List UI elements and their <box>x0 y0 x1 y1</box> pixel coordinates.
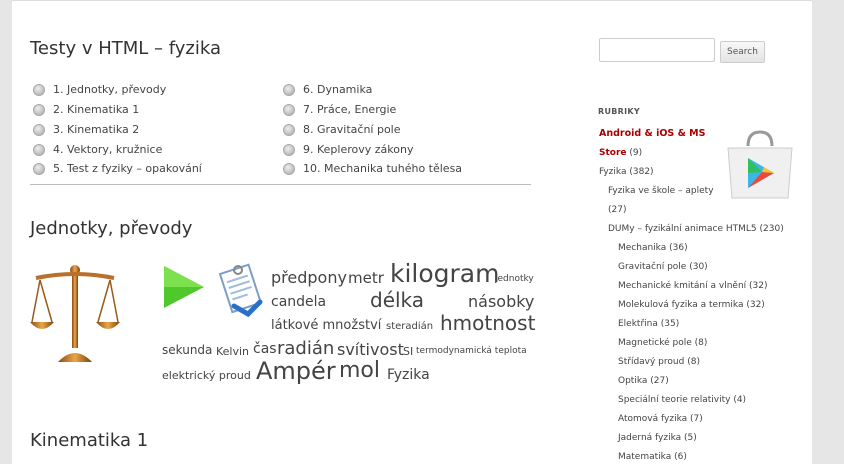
tag-link[interactable]: kilogram <box>390 259 500 288</box>
tag-link[interactable]: steradián <box>386 321 433 332</box>
tag-link[interactable]: hmotnost <box>440 311 535 335</box>
tag-link[interactable]: Ampér <box>256 357 336 385</box>
category-link-atomova-fyzika[interactable]: Atomová fyzika (7) <box>618 414 703 424</box>
divider <box>30 184 531 185</box>
category-link-android[interactable]: Store (9) <box>599 148 642 158</box>
bullet-icon <box>33 163 45 175</box>
test-link-6[interactable]: 6. Dynamika <box>283 81 372 101</box>
tag-link[interactable]: Kelvin <box>216 345 249 358</box>
test-link-9[interactable]: 9. Keplerovy zákony <box>283 141 413 161</box>
bullet-icon <box>33 84 45 96</box>
sidebar-heading: RUBRIKY <box>598 107 640 116</box>
play-store-bag-icon <box>727 130 793 199</box>
page-title: Testy v HTML – fyzika <box>30 38 221 59</box>
tag-link[interactable]: termodynamická teplota <box>416 346 527 356</box>
category-link-magneticke-pole[interactable]: Magnetické pole (8) <box>618 338 707 348</box>
section-title: Kinematika 1 <box>30 430 149 451</box>
tag-link[interactable]: mol <box>339 358 380 383</box>
category-link-kmitani[interactable]: Mechanické kmitání a vlnění (32) <box>618 281 768 291</box>
tag-link[interactable]: candela <box>271 294 326 310</box>
search-button[interactable]: Search <box>720 41 765 63</box>
tag-link[interactable]: radián <box>277 338 334 359</box>
tag-link[interactable]: čas <box>253 341 277 357</box>
category-link-mechanika[interactable]: Mechanika (36) <box>618 243 688 253</box>
category-link-relativita[interactable]: Speciální teorie relativity (4) <box>618 395 746 405</box>
tag-link[interactable]: jednotky <box>495 274 534 284</box>
section-title: Jednotky, převody <box>30 218 193 239</box>
tag-link[interactable]: SI <box>403 345 413 358</box>
tag-link[interactable]: svítivost <box>337 340 404 359</box>
test-link-7[interactable]: 7. Práce, Energie <box>283 101 396 121</box>
tag-link[interactable]: metr <box>348 269 384 287</box>
test-link-4[interactable]: 4. Vektory, kružnice <box>33 141 162 161</box>
tag-link[interactable]: délka <box>370 288 424 312</box>
category-link-elektrina[interactable]: Elektřina (35) <box>618 319 679 329</box>
tag-link[interactable]: Fyzika <box>387 367 430 383</box>
category-link-aplety[interactable]: Fyzika ve škole – aplety <box>608 186 714 196</box>
tag-link[interactable]: sekunda <box>162 343 212 357</box>
play-icon <box>164 266 204 308</box>
test-link-5[interactable]: 5. Test z fyziky – opakování <box>33 160 202 180</box>
bullet-icon <box>283 163 295 175</box>
category-link-android[interactable]: Android & iOS & MS <box>599 128 705 139</box>
category-link-optika[interactable]: Optika (27) <box>618 376 669 386</box>
category-link-jaderna-fyzika[interactable]: Jaderná fyzika (5) <box>618 433 697 443</box>
test-link-1[interactable]: 1. Jednotky, převody <box>33 81 166 101</box>
category-link-dumy[interactable]: DUMy – fyzikální animace HTML5 (230) <box>608 224 784 234</box>
category-link-termika[interactable]: Molekulová fyzika a termika (32) <box>618 300 765 310</box>
bullet-icon <box>283 124 295 136</box>
bullet-icon <box>283 104 295 116</box>
bullet-icon <box>283 144 295 156</box>
search-input[interactable] <box>599 38 715 62</box>
category-link-matematika[interactable]: Matematika (6) <box>618 452 687 462</box>
category-link-stridavy-proud[interactable]: Střídavý proud (8) <box>618 357 700 367</box>
bullet-icon <box>33 104 45 116</box>
bullet-icon <box>33 144 45 156</box>
test-link-2[interactable]: 2. Kinematika 1 <box>33 101 139 121</box>
category-link-gravitacni-pole[interactable]: Gravitační pole (30) <box>618 262 708 272</box>
test-link-8[interactable]: 8. Gravitační pole <box>283 121 401 141</box>
page-top-border <box>12 0 812 1</box>
bullet-icon <box>33 124 45 136</box>
tag-link[interactable]: elektrický proud <box>162 369 251 382</box>
tag-link[interactable]: násobky <box>468 292 534 311</box>
test-link-10[interactable]: 10. Mechanika tuhého tělesa <box>283 160 462 180</box>
tag-link[interactable]: látkové množství <box>271 318 381 333</box>
category-link-fyzika[interactable]: Fyzika (382) <box>599 167 654 177</box>
scales-icon <box>30 265 120 362</box>
document-icon <box>218 263 263 318</box>
test-link-3[interactable]: 3. Kinematika 2 <box>33 121 139 141</box>
category-count-aplety: (27) <box>608 205 627 215</box>
tag-link[interactable]: předpony <box>271 268 347 287</box>
bullet-icon <box>283 84 295 96</box>
